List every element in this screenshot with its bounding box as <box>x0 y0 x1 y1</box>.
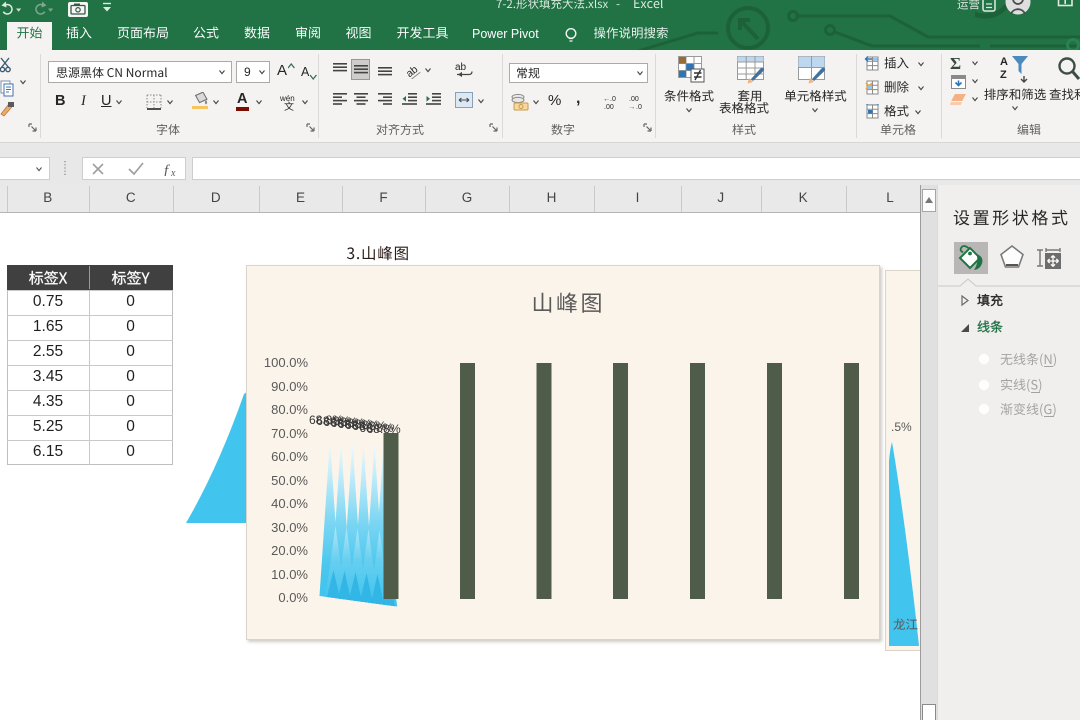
svg-text:→: → <box>628 102 636 110</box>
svg-text:.0: .0 <box>636 104 642 110</box>
svg-text:A: A <box>1000 56 1008 68</box>
svg-text:wén: wén <box>279 94 295 102</box>
svg-text:.00: .00 <box>604 104 614 110</box>
svg-text:.0: .0 <box>610 96 616 103</box>
svg-text:x: x <box>170 168 176 176</box>
svg-text:Z: Z <box>1000 69 1007 81</box>
svg-text:ab: ab <box>405 63 421 79</box>
svg-text:f: f <box>164 163 170 176</box>
svg-text:ab: ab <box>455 62 467 73</box>
